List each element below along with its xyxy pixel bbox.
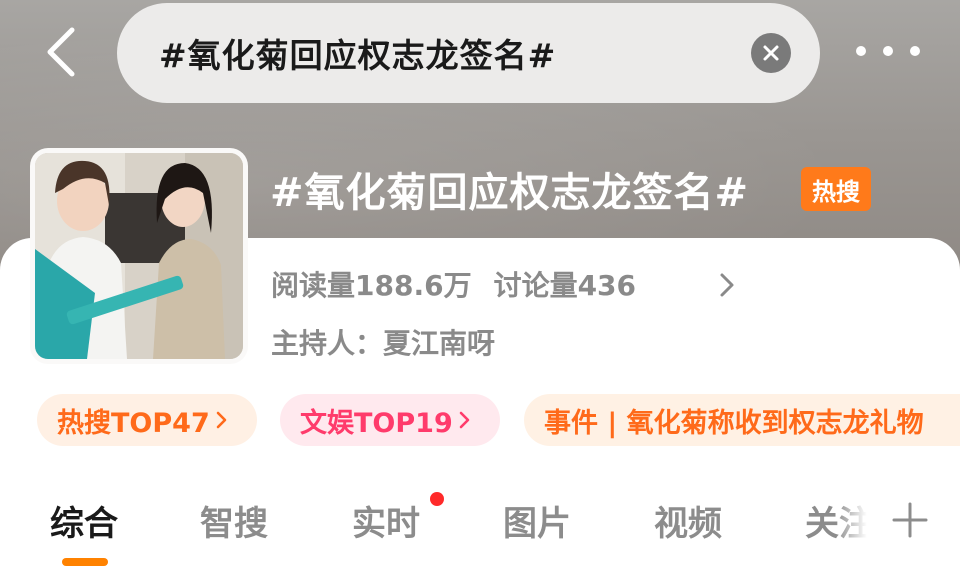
entertainment-rank-label: 文娱TOP19 [300,407,453,439]
more-dots-icon [883,46,893,56]
tab-videos[interactable]: 视频 [654,496,722,545]
more-dots-icon [856,46,866,56]
chevron-right-icon[interactable] [715,270,739,300]
chevron-right-icon [459,410,471,430]
plus-icon[interactable] [890,500,930,540]
topic-cover-image[interactable] [30,148,248,364]
topic-title: #氧化菊回应权志龙签名# [270,170,750,216]
discussion-count: 讨论量436 [493,269,637,302]
hot-search-rank-chip[interactable]: 热搜TOP47 [37,394,257,446]
search-query-text: #氧化菊回应权志龙签名# [159,36,557,75]
close-icon [763,45,779,61]
read-count: 阅读量188.6万 [271,269,472,302]
back-button[interactable] [32,22,88,82]
topic-host: 主持人：夏江南呀 [271,327,496,360]
event-chip-label: 事件 | 氧化菊称收到权志龙礼物 [544,407,924,439]
tab-comprehensive[interactable]: 综合 [50,496,118,545]
notification-dot [430,492,444,506]
more-dots-icon [910,46,920,56]
clear-search-button[interactable] [751,33,791,73]
chevron-left-icon [47,27,75,77]
search-input[interactable]: #氧化菊回应权志龙签名# [117,3,820,103]
topic-stats[interactable]: 阅读量188.6万 讨论量436 [271,264,636,304]
tab-images[interactable]: 图片 [503,496,571,545]
more-options-button[interactable] [850,33,926,69]
active-tab-indicator [62,558,108,566]
event-chip[interactable]: 事件 | 氧化菊称收到权志龙礼物 [524,394,960,446]
hot-search-badge: 热搜 [801,167,871,211]
tab-realtime[interactable]: 实时 [352,496,420,545]
chevron-right-icon [216,410,228,430]
tab-scroll-fade [836,488,880,548]
tab-smart-search[interactable]: 智搜 [200,496,268,545]
entertainment-rank-chip[interactable]: 文娱TOP19 [280,394,500,446]
hot-search-rank-label: 热搜TOP47 [57,407,210,439]
cover-photo [35,153,243,359]
